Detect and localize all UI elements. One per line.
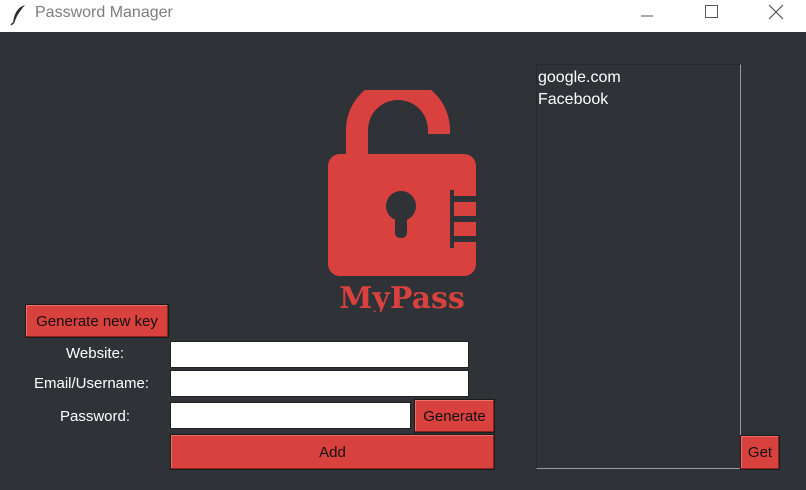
open-padlock-icon bbox=[328, 90, 478, 276]
email-username-input[interactable] bbox=[170, 370, 469, 397]
list-item[interactable]: google.com bbox=[538, 67, 740, 89]
title-bar: Password Manager bbox=[0, 0, 806, 32]
feather-icon bbox=[10, 5, 25, 26]
minimize-icon bbox=[641, 15, 653, 17]
website-label: Website: bbox=[66, 345, 125, 362]
email-username-label: Email/Username: bbox=[34, 375, 150, 392]
window-title: Password Manager bbox=[35, 4, 173, 21]
saved-sites-list[interactable]: google.com Facebook bbox=[536, 64, 741, 469]
password-label: Password: bbox=[60, 408, 131, 425]
close-button[interactable] bbox=[753, 0, 799, 24]
generate-password-button[interactable]: Generate bbox=[414, 399, 495, 433]
close-icon bbox=[768, 4, 784, 20]
password-input[interactable] bbox=[170, 402, 411, 429]
list-item[interactable]: Facebook bbox=[538, 89, 740, 111]
generate-new-key-button[interactable]: Generate new key bbox=[25, 304, 169, 338]
logo-text: MyPass bbox=[339, 281, 465, 312]
mypass-logo: MyPass bbox=[328, 90, 478, 312]
minimize-button[interactable] bbox=[624, 0, 670, 24]
maximize-icon bbox=[705, 5, 718, 18]
add-button[interactable]: Add bbox=[170, 434, 495, 470]
app-window: Password Manager MyPass Generate new key… bbox=[0, 0, 806, 490]
website-input[interactable] bbox=[170, 341, 469, 368]
main-panel: MyPass Generate new key Website: Email/U… bbox=[0, 32, 806, 490]
maximize-button[interactable] bbox=[688, 0, 734, 24]
get-button[interactable]: Get bbox=[740, 435, 780, 470]
